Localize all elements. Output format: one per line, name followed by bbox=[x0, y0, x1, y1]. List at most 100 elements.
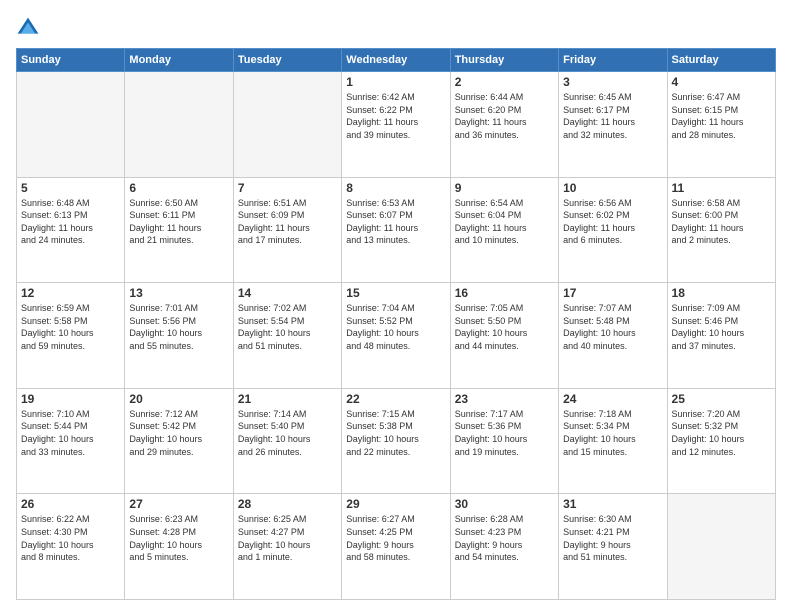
day-info: Sunrise: 6:48 AM Sunset: 6:13 PM Dayligh… bbox=[21, 197, 120, 247]
day-number: 3 bbox=[563, 75, 662, 89]
weekday-header-saturday: Saturday bbox=[667, 49, 775, 72]
day-info: Sunrise: 7:02 AM Sunset: 5:54 PM Dayligh… bbox=[238, 302, 337, 352]
day-info: Sunrise: 7:15 AM Sunset: 5:38 PM Dayligh… bbox=[346, 408, 445, 458]
calendar-cell: 4 Sunrise: 6:47 AM Sunset: 6:15 PM Daylig… bbox=[667, 72, 775, 178]
calendar-cell: 31 Sunrise: 6:30 AM Sunset: 4:21 PM Dayli… bbox=[559, 494, 667, 600]
day-info: Sunrise: 6:23 AM Sunset: 4:28 PM Dayligh… bbox=[129, 513, 228, 563]
week-row-3: 19 Sunrise: 7:10 AM Sunset: 5:44 PM Dayli… bbox=[17, 388, 776, 494]
calendar-cell: 13 Sunrise: 7:01 AM Sunset: 5:56 PM Dayli… bbox=[125, 283, 233, 389]
calendar-cell: 2 Sunrise: 6:44 AM Sunset: 6:20 PM Daylig… bbox=[450, 72, 558, 178]
calendar-cell: 12 Sunrise: 6:59 AM Sunset: 5:58 PM Dayli… bbox=[17, 283, 125, 389]
day-number: 6 bbox=[129, 181, 228, 195]
day-info: Sunrise: 6:59 AM Sunset: 5:58 PM Dayligh… bbox=[21, 302, 120, 352]
logo-icon bbox=[16, 16, 40, 40]
week-row-2: 12 Sunrise: 6:59 AM Sunset: 5:58 PM Dayli… bbox=[17, 283, 776, 389]
day-info: Sunrise: 7:07 AM Sunset: 5:48 PM Dayligh… bbox=[563, 302, 662, 352]
day-info: Sunrise: 7:10 AM Sunset: 5:44 PM Dayligh… bbox=[21, 408, 120, 458]
page: SundayMondayTuesdayWednesdayThursdayFrid… bbox=[0, 0, 792, 612]
day-info: Sunrise: 6:27 AM Sunset: 4:25 PM Dayligh… bbox=[346, 513, 445, 563]
day-number: 16 bbox=[455, 286, 554, 300]
day-info: Sunrise: 6:28 AM Sunset: 4:23 PM Dayligh… bbox=[455, 513, 554, 563]
day-info: Sunrise: 6:25 AM Sunset: 4:27 PM Dayligh… bbox=[238, 513, 337, 563]
day-info: Sunrise: 6:45 AM Sunset: 6:17 PM Dayligh… bbox=[563, 91, 662, 141]
day-info: Sunrise: 6:54 AM Sunset: 6:04 PM Dayligh… bbox=[455, 197, 554, 247]
day-info: Sunrise: 7:04 AM Sunset: 5:52 PM Dayligh… bbox=[346, 302, 445, 352]
day-number: 9 bbox=[455, 181, 554, 195]
day-number: 1 bbox=[346, 75, 445, 89]
day-info: Sunrise: 6:30 AM Sunset: 4:21 PM Dayligh… bbox=[563, 513, 662, 563]
day-info: Sunrise: 6:22 AM Sunset: 4:30 PM Dayligh… bbox=[21, 513, 120, 563]
day-info: Sunrise: 6:42 AM Sunset: 6:22 PM Dayligh… bbox=[346, 91, 445, 141]
day-number: 28 bbox=[238, 497, 337, 511]
logo bbox=[16, 16, 44, 40]
day-number: 7 bbox=[238, 181, 337, 195]
week-row-0: 1 Sunrise: 6:42 AM Sunset: 6:22 PM Daylig… bbox=[17, 72, 776, 178]
calendar-cell: 18 Sunrise: 7:09 AM Sunset: 5:46 PM Dayli… bbox=[667, 283, 775, 389]
day-info: Sunrise: 6:44 AM Sunset: 6:20 PM Dayligh… bbox=[455, 91, 554, 141]
day-number: 15 bbox=[346, 286, 445, 300]
weekday-header-row: SundayMondayTuesdayWednesdayThursdayFrid… bbox=[17, 49, 776, 72]
calendar-cell: 20 Sunrise: 7:12 AM Sunset: 5:42 PM Dayli… bbox=[125, 388, 233, 494]
header bbox=[16, 12, 776, 40]
calendar-cell: 29Sunrise: 6:27 AM Sunset: 4:25 PM Dayli… bbox=[342, 494, 450, 600]
day-number: 5 bbox=[21, 181, 120, 195]
day-number: 23 bbox=[455, 392, 554, 406]
day-info: Sunrise: 7:18 AM Sunset: 5:34 PM Dayligh… bbox=[563, 408, 662, 458]
calendar-cell: 8 Sunrise: 6:53 AM Sunset: 6:07 PM Daylig… bbox=[342, 177, 450, 283]
day-info: Sunrise: 6:58 AM Sunset: 6:00 PM Dayligh… bbox=[672, 197, 771, 247]
calendar-cell: 9 Sunrise: 6:54 AM Sunset: 6:04 PM Daylig… bbox=[450, 177, 558, 283]
day-number: 17 bbox=[563, 286, 662, 300]
day-info: Sunrise: 6:56 AM Sunset: 6:02 PM Dayligh… bbox=[563, 197, 662, 247]
day-number: 19 bbox=[21, 392, 120, 406]
day-info: Sunrise: 7:14 AM Sunset: 5:40 PM Dayligh… bbox=[238, 408, 337, 458]
day-number: 14 bbox=[238, 286, 337, 300]
day-number: 30 bbox=[455, 497, 554, 511]
calendar-cell: 28 Sunrise: 6:25 AM Sunset: 4:27 PM Dayli… bbox=[233, 494, 341, 600]
day-info: Sunrise: 6:53 AM Sunset: 6:07 PM Dayligh… bbox=[346, 197, 445, 247]
weekday-header-tuesday: Tuesday bbox=[233, 49, 341, 72]
day-number: 10 bbox=[563, 181, 662, 195]
calendar-cell: 5 Sunrise: 6:48 AM Sunset: 6:13 PM Daylig… bbox=[17, 177, 125, 283]
weekday-header-friday: Friday bbox=[559, 49, 667, 72]
day-number: 26 bbox=[21, 497, 120, 511]
weekday-header-monday: Monday bbox=[125, 49, 233, 72]
calendar-cell: 24 Sunrise: 7:18 AM Sunset: 5:34 PM Dayli… bbox=[559, 388, 667, 494]
calendar-cell: 16Sunrise: 7:05 AM Sunset: 5:50 PM Dayli… bbox=[450, 283, 558, 389]
day-info: Sunrise: 7:17 AM Sunset: 5:36 PM Dayligh… bbox=[455, 408, 554, 458]
calendar-cell: 15 Sunrise: 7:04 AM Sunset: 5:52 PM Dayli… bbox=[342, 283, 450, 389]
calendar-cell bbox=[667, 494, 775, 600]
day-info: Sunrise: 7:12 AM Sunset: 5:42 PM Dayligh… bbox=[129, 408, 228, 458]
calendar-cell bbox=[17, 72, 125, 178]
day-number: 2 bbox=[455, 75, 554, 89]
day-info: Sunrise: 6:51 AM Sunset: 6:09 PM Dayligh… bbox=[238, 197, 337, 247]
day-number: 12 bbox=[21, 286, 120, 300]
week-row-4: 26 Sunrise: 6:22 AM Sunset: 4:30 PM Dayli… bbox=[17, 494, 776, 600]
calendar-cell: 30 Sunrise: 6:28 AM Sunset: 4:23 PM Dayli… bbox=[450, 494, 558, 600]
calendar-cell: 23 Sunrise: 7:17 AM Sunset: 5:36 PM Dayli… bbox=[450, 388, 558, 494]
day-number: 25 bbox=[672, 392, 771, 406]
day-number: 18 bbox=[672, 286, 771, 300]
calendar-cell: 10 Sunrise: 6:56 AM Sunset: 6:02 PM Dayli… bbox=[559, 177, 667, 283]
calendar-cell: 22 Sunrise: 7:15 AM Sunset: 5:38 PM Dayli… bbox=[342, 388, 450, 494]
day-info: Sunrise: 6:50 AM Sunset: 6:11 PM Dayligh… bbox=[129, 197, 228, 247]
day-number: 11 bbox=[672, 181, 771, 195]
calendar-cell: 26 Sunrise: 6:22 AM Sunset: 4:30 PM Dayli… bbox=[17, 494, 125, 600]
day-number: 8 bbox=[346, 181, 445, 195]
day-number: 4 bbox=[672, 75, 771, 89]
day-number: 20 bbox=[129, 392, 228, 406]
day-info: Sunrise: 6:47 AM Sunset: 6:15 PM Dayligh… bbox=[672, 91, 771, 141]
calendar-cell bbox=[233, 72, 341, 178]
day-info: Sunrise: 7:20 AM Sunset: 5:32 PM Dayligh… bbox=[672, 408, 771, 458]
calendar-cell: 14 Sunrise: 7:02 AM Sunset: 5:54 PM Dayli… bbox=[233, 283, 341, 389]
day-number: 24 bbox=[563, 392, 662, 406]
calendar-cell: 27Sunrise: 6:23 AM Sunset: 4:28 PM Dayli… bbox=[125, 494, 233, 600]
day-number: 13 bbox=[129, 286, 228, 300]
calendar-cell: 3 Sunrise: 6:45 AM Sunset: 6:17 PM Daylig… bbox=[559, 72, 667, 178]
calendar-table: SundayMondayTuesdayWednesdayThursdayFrid… bbox=[16, 48, 776, 600]
calendar-cell: 11 Sunrise: 6:58 AM Sunset: 6:00 PM Dayli… bbox=[667, 177, 775, 283]
calendar-cell: 1 Sunrise: 6:42 AM Sunset: 6:22 PM Daylig… bbox=[342, 72, 450, 178]
day-number: 31 bbox=[563, 497, 662, 511]
day-info: Sunrise: 7:09 AM Sunset: 5:46 PM Dayligh… bbox=[672, 302, 771, 352]
day-number: 22 bbox=[346, 392, 445, 406]
day-info: Sunrise: 7:01 AM Sunset: 5:56 PM Dayligh… bbox=[129, 302, 228, 352]
